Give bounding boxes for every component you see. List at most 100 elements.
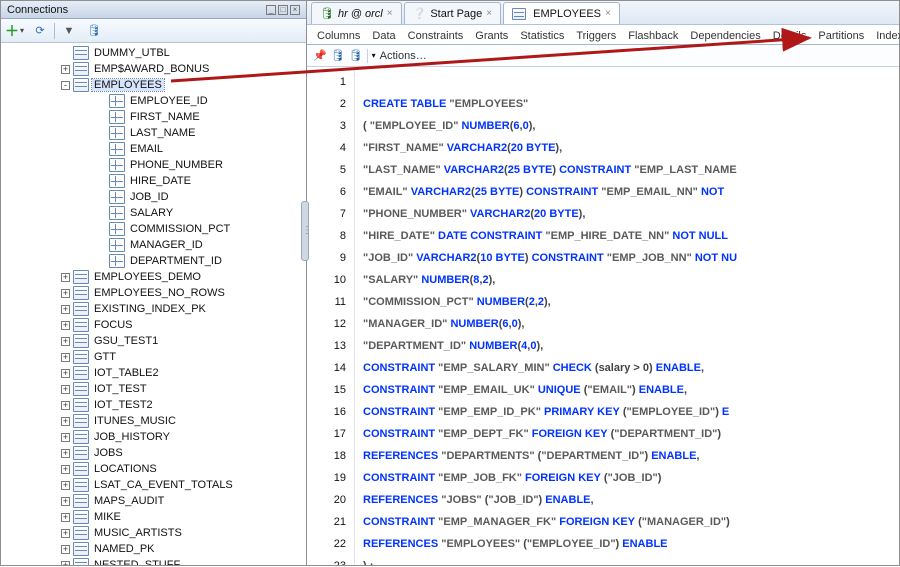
code-line[interactable]: "COMMISSION_PCT" NUMBER(2,2), (363, 291, 899, 313)
tree-label[interactable]: MIKE (92, 511, 123, 523)
tree-node[interactable]: + GTT (3, 349, 306, 365)
tree-node[interactable]: +FOCUS (3, 317, 306, 333)
close-tab-icon[interactable]: × (387, 8, 393, 19)
tree-node[interactable]: +EMPLOYEES_DEMO (3, 269, 306, 285)
sub-tab-data[interactable]: Data (366, 28, 401, 44)
splitter-handle[interactable] (301, 201, 309, 261)
tree-node[interactable]: +LOCATIONS (3, 461, 306, 477)
tree-label[interactable]: COMMISSION_PCT (128, 223, 232, 235)
expand-icon[interactable]: + (61, 273, 70, 282)
expand-icon[interactable]: + (61, 561, 70, 566)
tree-label[interactable]: PHONE_NUMBER (128, 159, 225, 171)
tree-node[interactable]: +NAMED_PK (3, 541, 306, 557)
expand-icon[interactable]: + (61, 465, 70, 474)
expand-icon[interactable]: + (61, 289, 70, 298)
close-tab-icon[interactable]: × (486, 8, 492, 19)
code-line[interactable]: "JOB_ID" VARCHAR2(10 BYTE) CONSTRAINT "E… (363, 247, 899, 269)
tree-node[interactable]: EMPLOYEE_ID (3, 93, 306, 109)
code-line[interactable] (363, 71, 899, 93)
close-icon[interactable]: × (290, 5, 300, 15)
sql-viewer[interactable]: 1234567891011121314151617181920212223 CR… (307, 67, 899, 565)
code-line[interactable]: "DEPARTMENT_ID" NUMBER(4,0), (363, 335, 899, 357)
tree-label[interactable]: JOBS (92, 447, 125, 459)
tree-node[interactable]: EMAIL (3, 141, 306, 157)
tree-node[interactable]: +LSAT_CA_EVENT_TOTALS (3, 477, 306, 493)
expand-icon[interactable]: + (61, 497, 70, 506)
tree-label[interactable]: JOB_HISTORY (92, 431, 172, 443)
code-line[interactable]: CONSTRAINT "EMP_JOB_FK" FOREIGN KEY ("JO… (363, 467, 899, 489)
tree-node[interactable]: PHONE_NUMBER (3, 157, 306, 173)
code-line[interactable]: "HIRE_DATE" DATE CONSTRAINT "EMP_HIRE_DA… (363, 225, 899, 247)
tree-node[interactable]: +GSU_TEST1 (3, 333, 306, 349)
expand-icon[interactable]: + (61, 417, 70, 426)
new-connection-button[interactable]: ＋▾ (4, 21, 26, 41)
tree-label[interactable]: MAPS_AUDIT (92, 495, 166, 507)
tree-node[interactable]: +ITUNES_MUSIC (3, 413, 306, 429)
sub-tab-dependencies[interactable]: Dependencies (684, 28, 766, 44)
tree-label[interactable]: MUSIC_ARTISTS (92, 527, 184, 539)
tree-node[interactable]: + JOB_HISTORY (3, 429, 306, 445)
code-line[interactable]: CONSTRAINT "EMP_SALARY_MIN" CHECK (salar… (363, 357, 899, 379)
tree-label[interactable]: EXISTING_INDEX_PK (92, 303, 208, 315)
sub-tab-partitions[interactable]: Partitions (812, 28, 870, 44)
expand-icon[interactable]: + (61, 449, 70, 458)
tree-label[interactable]: GTT (92, 351, 118, 363)
tree-label[interactable]: FOCUS (92, 319, 135, 331)
expand-icon[interactable]: + (61, 385, 70, 394)
code-line[interactable]: CREATE TABLE "EMPLOYEES" (363, 93, 899, 115)
tree-label[interactable]: IOT_TEST2 (92, 399, 155, 411)
close-tab-icon[interactable]: × (605, 8, 611, 19)
expand-icon[interactable]: + (61, 513, 70, 522)
tree-node[interactable]: + IOT_TEST (3, 381, 306, 397)
tree-label[interactable]: IOT_TEST (92, 383, 149, 395)
tree-node[interactable]: +EXISTING_INDEX_PK (3, 301, 306, 317)
code-line[interactable]: "PHONE_NUMBER" VARCHAR2(20 BYTE), (363, 203, 899, 225)
tree-label[interactable]: LSAT_CA_EVENT_TOTALS (92, 479, 235, 491)
expand-icon[interactable]: + (61, 433, 70, 442)
tree-node[interactable]: + JOBS (3, 445, 306, 461)
sub-tab-flashback[interactable]: Flashback (622, 28, 684, 44)
code-line[interactable]: REFERENCES "DEPARTMENTS" ("DEPARTMENT_ID… (363, 445, 899, 467)
code-line[interactable]: "EMAIL" VARCHAR2(25 BYTE) CONSTRAINT "EM… (363, 181, 899, 203)
filter-schema-button[interactable]: 🛢 (83, 21, 105, 41)
tree-label[interactable]: DUMMY_UTBL (92, 47, 172, 59)
tree-node[interactable]: SALARY (3, 205, 306, 221)
code-line[interactable]: ) ; (363, 555, 899, 565)
tree-label[interactable]: EMAIL (128, 143, 165, 155)
expand-icon[interactable]: + (61, 65, 70, 74)
refresh-button[interactable]: ⟳ (29, 21, 51, 41)
tree-node[interactable]: FIRST_NAME (3, 109, 306, 125)
expand-icon[interactable]: + (61, 369, 70, 378)
object-tree[interactable]: DUMMY_UTBL+EMP$AWARD_BONUS-EMPLOYEESEMPL… (1, 43, 306, 565)
filter-button[interactable]: ▼ (58, 21, 80, 41)
tree-node[interactable]: JOB_ID (3, 189, 306, 205)
expand-icon[interactable]: + (61, 545, 70, 554)
tree-label[interactable]: NESTED_STUFF (92, 559, 182, 565)
tree-node[interactable]: COMMISSION_PCT (3, 221, 306, 237)
tree-label[interactable]: JOB_ID (128, 191, 171, 203)
tree-label[interactable]: DEPARTMENT_ID (128, 255, 224, 267)
expand-icon[interactable]: + (61, 529, 70, 538)
tree-label[interactable]: FIRST_NAME (128, 111, 202, 123)
sql-source[interactable]: CREATE TABLE "EMPLOYEES" ( "EMPLOYEE_ID"… (355, 67, 899, 565)
refresh-db-icon[interactable]: 🛢 (349, 49, 363, 62)
tree-label[interactable]: EMPLOYEE_ID (128, 95, 210, 107)
worksheet-tab[interactable]: ❔Start Page× (404, 2, 502, 24)
tree-node[interactable]: + NESTED_STUFF (3, 557, 306, 565)
sub-tab-grants[interactable]: Grants (469, 28, 514, 44)
code-line[interactable]: ( "EMPLOYEE_ID" NUMBER(6,0), (363, 115, 899, 137)
expand-icon[interactable]: + (61, 353, 70, 362)
tree-node[interactable]: LAST_NAME (3, 125, 306, 141)
code-line[interactable]: REFERENCES "EMPLOYEES" ("EMPLOYEE_ID") E… (363, 533, 899, 555)
tree-label[interactable]: EMPLOYEES_NO_ROWS (92, 287, 227, 299)
tree-node[interactable]: + MUSIC_ARTISTS (3, 525, 306, 541)
tree-node[interactable]: DUMMY_UTBL (3, 45, 306, 61)
tree-label[interactable]: LAST_NAME (128, 127, 197, 139)
tree-node[interactable]: +IOT_TEST2 (3, 397, 306, 413)
tree-node[interactable]: -EMPLOYEES (3, 77, 306, 93)
tree-node[interactable]: HIRE_DATE (3, 173, 306, 189)
actions-menu[interactable]: Actions… (380, 50, 427, 62)
sub-tab-triggers[interactable]: Triggers (570, 28, 622, 44)
pin-icon[interactable]: 📌 (313, 49, 327, 62)
tree-node[interactable]: +IOT_TABLE2 (3, 365, 306, 381)
